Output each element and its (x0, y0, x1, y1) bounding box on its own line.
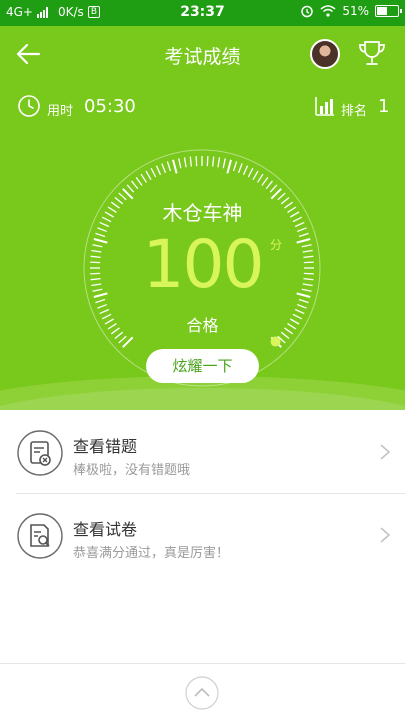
row-title: 查看错题 (73, 437, 138, 456)
app-bar: 考试成绩 (0, 26, 405, 82)
exam-paper-icon (17, 513, 63, 559)
battery-icon (375, 5, 402, 17)
gauge-tick (140, 173, 147, 183)
gauge-tick (150, 167, 157, 178)
gauge-tick (178, 158, 182, 169)
gauge-tick (189, 156, 192, 167)
gauge-tick (155, 165, 162, 176)
score-value: 100 (142, 226, 265, 303)
view-wrong-questions-row[interactable]: 查看错题 棒极啦，没有错题哦 (0, 411, 405, 493)
chevron-right-icon (380, 444, 391, 460)
avatar[interactable] (310, 39, 340, 69)
gauge-tick (242, 165, 249, 176)
battery-percent: 51% (342, 4, 369, 18)
time-used-label: 用时 (47, 104, 74, 119)
page-title: 考试成绩 (164, 46, 241, 68)
bottom-bar (0, 663, 405, 720)
status-right: 51% (300, 4, 402, 18)
gauge-tick (161, 163, 167, 174)
exam-info-row: 用时 05:30 排名 1 (0, 92, 405, 122)
gauge-tick (166, 161, 172, 172)
gauge-tick (145, 170, 152, 180)
gauge-tick (217, 157, 221, 168)
score-unit: 分 (270, 238, 283, 252)
row-subtitle: 恭喜满分通过，真是厉害！ (73, 546, 230, 561)
gauge-tick (195, 156, 198, 167)
gauge-tick (261, 177, 269, 186)
gauge-tick (265, 180, 273, 190)
share-button[interactable]: 炫耀一下 (146, 349, 259, 383)
gauge-tick (135, 177, 143, 186)
trophy-icon[interactable] (356, 37, 388, 69)
rank-value: 1 (378, 96, 390, 117)
pass-status: 合格 (186, 316, 219, 335)
row-title: 查看试卷 (73, 520, 138, 539)
gauge-tick (296, 303, 307, 309)
gauge-tick (222, 158, 226, 169)
gauge-tick (247, 167, 254, 178)
wrong-questions-icon (17, 430, 63, 476)
gauge-tick (257, 173, 264, 183)
status-bar: 4G+ 0K/s B 23:37 51% (0, 0, 405, 26)
gauge-tick (131, 180, 139, 190)
gauge-tick (252, 170, 259, 180)
gauge-tick (232, 161, 238, 172)
gauge-tick (118, 335, 127, 344)
gauge-pointer (270, 336, 281, 347)
row-subtitle: 棒极啦，没有错题哦 (73, 463, 191, 478)
chevron-right-icon (380, 527, 391, 543)
player-name: 木仓车神 (162, 201, 243, 225)
gauge-tick (206, 156, 209, 167)
gauge-tick (237, 163, 243, 174)
gauge-tick (183, 157, 187, 168)
view-exam-paper-row[interactable]: 查看试卷 恭喜满分通过，真是厉害！ (0, 494, 405, 576)
rank-chart-icon (315, 97, 334, 116)
gauge-tick (212, 156, 215, 167)
gauge-tick (126, 184, 135, 193)
time-used-value: 05:30 (84, 96, 136, 117)
rank-label: 排名 (341, 104, 368, 119)
gauge-tick (269, 184, 278, 193)
alarm-icon (301, 5, 314, 18)
gauge-tick (172, 159, 178, 174)
gauge-tick (97, 303, 108, 309)
chevron-up-icon[interactable] (185, 676, 219, 710)
wifi-icon (320, 5, 336, 17)
clock-icon (18, 95, 40, 117)
gauge-tick (226, 159, 232, 174)
